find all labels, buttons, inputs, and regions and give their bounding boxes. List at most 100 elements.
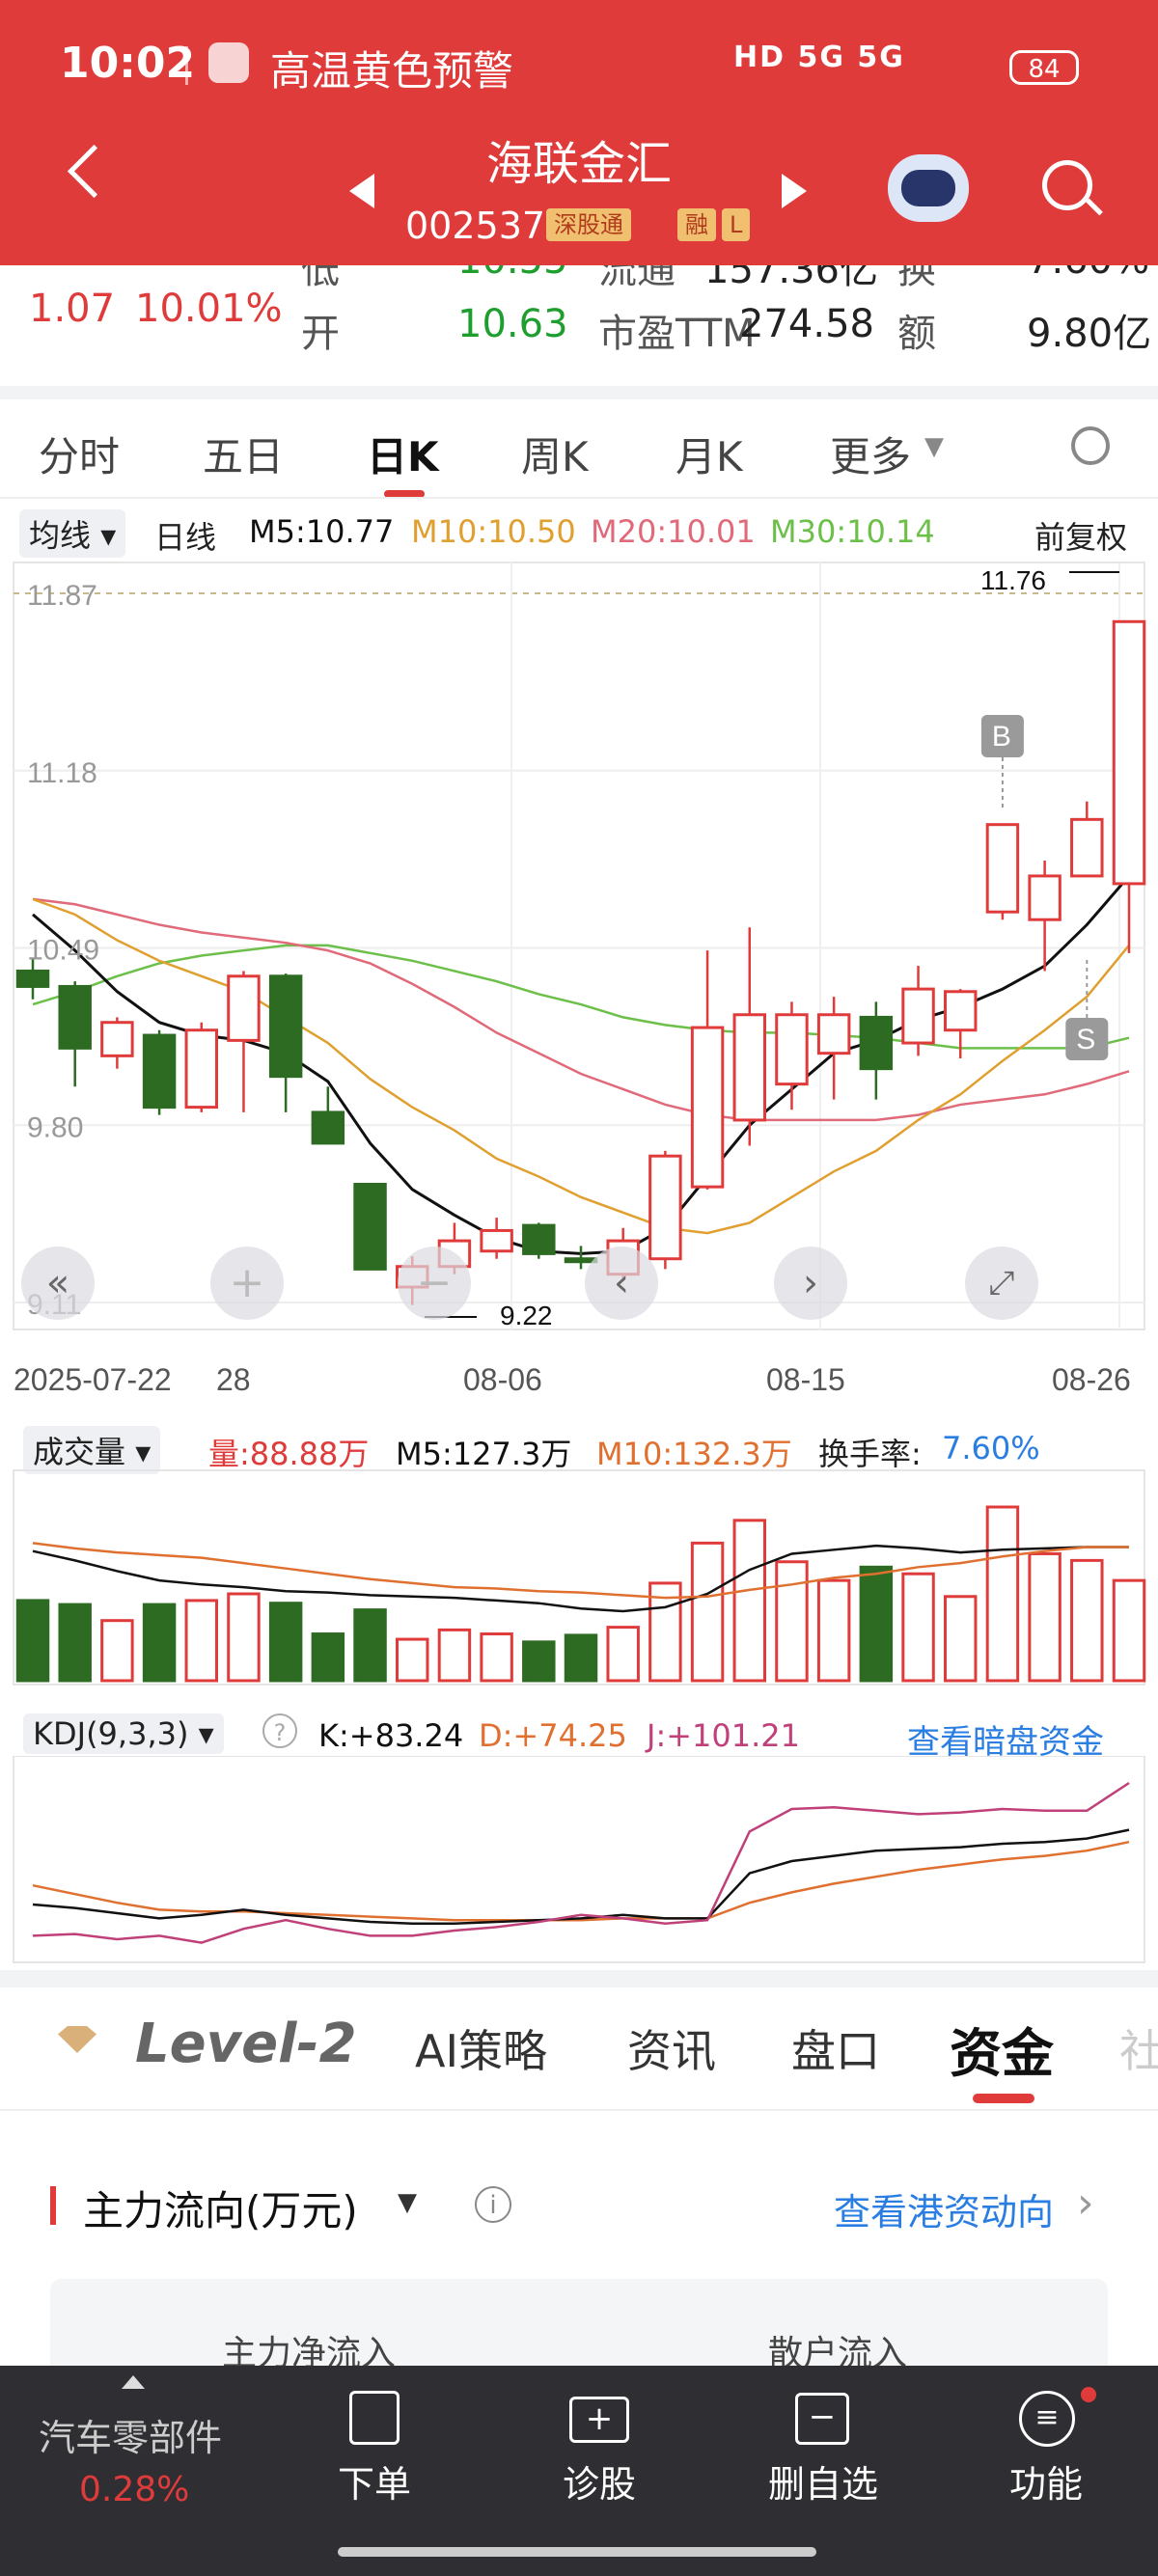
kdj-selector[interactable]: KDJ(9,3,3) ▾ bbox=[23, 1713, 224, 1754]
x-tick-label: 08-06 bbox=[463, 1362, 542, 1397]
tag-shenzhen-connect: 深股通 bbox=[546, 208, 631, 241]
zoom-minus-icon[interactable]: − bbox=[398, 1247, 471, 1320]
fund-flow-title[interactable]: 主力流向(万元) bbox=[83, 2179, 358, 2237]
buy-marker: B bbox=[992, 721, 1011, 753]
volume-bar bbox=[690, 1541, 725, 1683]
search-icon-handle bbox=[1086, 198, 1103, 216]
next-stock-icon[interactable] bbox=[782, 174, 807, 208]
candle-body bbox=[480, 1228, 513, 1253]
tag-margin: 融 bbox=[677, 208, 716, 241]
volume-bar bbox=[184, 1599, 218, 1683]
scroll-left-icon[interactable]: ‹ bbox=[585, 1247, 658, 1320]
fund-dropdown-icon[interactable]: ▼ bbox=[398, 2188, 417, 2217]
high-marker: 11.76 bbox=[980, 565, 1046, 595]
settings-gear-icon[interactable] bbox=[1071, 426, 1110, 465]
volume-bar bbox=[396, 1637, 429, 1683]
period-label: 日线 bbox=[154, 519, 217, 556]
back-arrow-icon[interactable] bbox=[67, 144, 122, 199]
amount-value: 9.80亿 bbox=[1027, 312, 1152, 356]
prev-stock-icon[interactable] bbox=[349, 174, 374, 208]
candle-body bbox=[901, 987, 935, 1045]
tab-pankou[interactable]: 盘口 bbox=[791, 2016, 880, 2080]
volume-bar bbox=[985, 1505, 1020, 1683]
volume-bar bbox=[522, 1640, 556, 1683]
expand-up-icon[interactable] bbox=[122, 2375, 145, 2389]
status-divider bbox=[185, 46, 188, 85]
order-icon[interactable] bbox=[349, 2391, 400, 2445]
volume-bar bbox=[311, 1632, 345, 1683]
kdj-chart bbox=[13, 1756, 1145, 1963]
candle-body bbox=[1112, 619, 1146, 886]
volume-bar bbox=[564, 1633, 598, 1683]
info-icon[interactable]: i bbox=[475, 2186, 511, 2223]
tab-level2[interactable]: Level-2 bbox=[135, 2013, 357, 2075]
candle-body bbox=[816, 1013, 851, 1055]
candle-body bbox=[142, 1033, 177, 1110]
tab-fund[interactable]: 资金 bbox=[950, 2011, 1054, 2087]
hk-fund-link[interactable]: 查看港资动向 bbox=[834, 2182, 1054, 2235]
tab-ai-strategy[interactable]: AI策略 bbox=[415, 2016, 547, 2080]
candle-body bbox=[58, 984, 92, 1050]
remove-watchlist-icon[interactable]: − bbox=[795, 2393, 849, 2445]
candle-body bbox=[184, 1028, 218, 1110]
tab-intraday[interactable]: 分时 bbox=[39, 425, 120, 483]
notification-dot bbox=[1081, 2387, 1096, 2402]
scroll-right-icon[interactable]: › bbox=[774, 1247, 847, 1320]
volume-bar bbox=[1112, 1578, 1146, 1683]
function-label[interactable]: 功能 bbox=[1009, 2454, 1083, 2507]
candle-body bbox=[311, 1110, 345, 1145]
fullscreen-icon[interactable]: ⤢ bbox=[965, 1247, 1038, 1320]
turnover-rate-value: 7.60% bbox=[942, 1430, 1040, 1466]
tab-weekly-k[interactable]: 周K bbox=[521, 425, 589, 483]
adjust-mode[interactable]: 前复权 bbox=[1034, 513, 1127, 558]
tab-news[interactable]: 资讯 bbox=[627, 2016, 716, 2080]
volume-bar bbox=[100, 1619, 134, 1683]
open-label: 开 bbox=[301, 312, 340, 356]
tab-community[interactable]: 社 bbox=[1119, 2016, 1158, 2080]
low-label: 低 bbox=[301, 265, 340, 292]
status-alert: 高温黄色预警 bbox=[270, 47, 514, 95]
volume-bar bbox=[437, 1628, 472, 1683]
help-icon[interactable]: ? bbox=[262, 1713, 297, 1748]
candle-body bbox=[985, 823, 1020, 914]
ma-selector[interactable]: 均线 ▾ bbox=[19, 509, 126, 558]
turnover-label: 换 bbox=[897, 265, 936, 292]
zoom-in-icon[interactable]: + bbox=[210, 1247, 284, 1320]
candle-body bbox=[227, 974, 261, 1042]
tab-monthly-k[interactable]: 月K bbox=[676, 425, 743, 483]
circulation-value: 157.36亿 bbox=[704, 265, 878, 292]
volume-bar bbox=[859, 1565, 894, 1683]
divider bbox=[0, 386, 1158, 399]
pe-value: 274.58 bbox=[739, 302, 874, 346]
tab-more[interactable]: 更多 bbox=[830, 425, 911, 483]
open-value: 10.63 bbox=[457, 302, 568, 346]
search-icon[interactable] bbox=[1042, 160, 1092, 210]
volume-bar bbox=[901, 1572, 935, 1683]
order-label[interactable]: 下单 bbox=[338, 2454, 411, 2507]
volume-bar bbox=[268, 1602, 303, 1683]
sector-name[interactable]: 汽车零部件 bbox=[39, 2408, 222, 2461]
tag-level: L bbox=[722, 208, 751, 241]
diagnose-icon[interactable]: + bbox=[569, 2397, 629, 2443]
kdj-k-line bbox=[32, 1828, 1130, 1926]
network-status: HD 5G 5G bbox=[733, 41, 905, 74]
ma10-label: M10:10.50 bbox=[411, 513, 576, 550]
ma20-label: M20:10.01 bbox=[591, 513, 756, 550]
tab-five-day[interactable]: 五日 bbox=[203, 425, 284, 483]
more-dropdown-icon[interactable]: ▼ bbox=[924, 432, 944, 461]
menu-icon[interactable]: ≡ bbox=[1019, 2391, 1075, 2447]
candle-body bbox=[15, 969, 50, 988]
low-value: 10.55 bbox=[457, 265, 568, 283]
zoom-out-icon[interactable]: « bbox=[21, 1247, 95, 1320]
remove-watchlist-label[interactable]: 删自选 bbox=[768, 2454, 878, 2507]
volume-bar bbox=[353, 1608, 387, 1683]
diagnose-label[interactable]: 诊股 bbox=[563, 2454, 636, 2507]
turnover-value: 7.60% bbox=[1027, 265, 1149, 283]
volume-bar bbox=[58, 1603, 92, 1683]
quote-panel: 1.07 10.01% 低 10.55 流通 157.36亿 换 7.60% 开… bbox=[0, 265, 1158, 381]
price-change-pct: 10.01% bbox=[135, 287, 283, 331]
volume-bar bbox=[142, 1603, 177, 1683]
sell-marker: S bbox=[1076, 1024, 1095, 1055]
tab-daily-k[interactable]: 日K bbox=[367, 425, 439, 483]
chevron-right-icon[interactable]: › bbox=[1077, 2179, 1094, 2228]
